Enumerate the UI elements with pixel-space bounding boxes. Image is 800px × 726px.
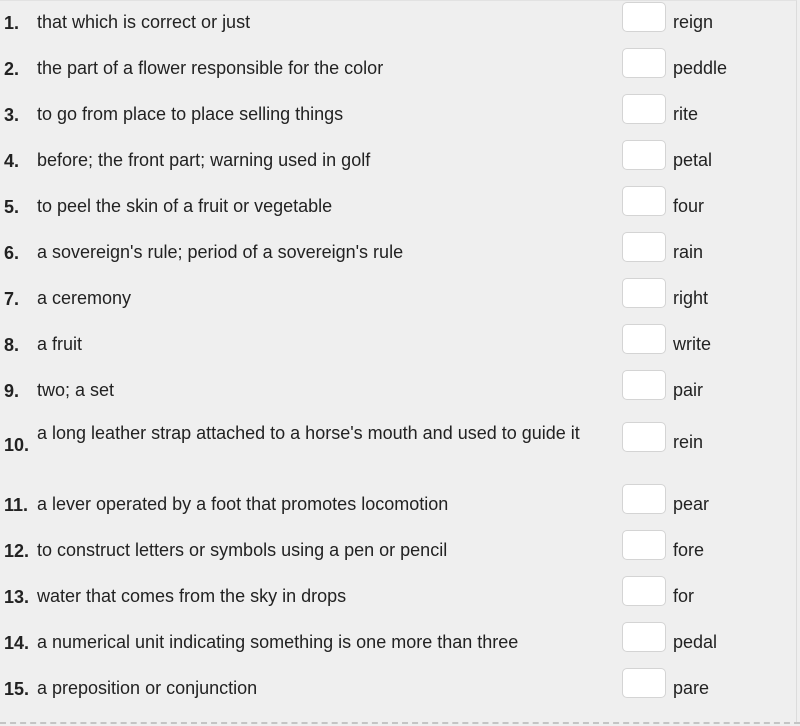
word-option: right [673, 288, 709, 308]
word-option: pare [673, 678, 710, 698]
item-definition: that which is correct or just [37, 12, 251, 32]
answer-input[interactable] [622, 324, 666, 354]
item-number: 6. [4, 243, 20, 263]
match-row: 9. two; a set pair [0, 368, 800, 414]
word-option: rain [673, 242, 704, 262]
answer-input[interactable] [622, 278, 666, 308]
word-option: pair [673, 380, 704, 400]
match-row: 2. the part of a flower responsible for … [0, 46, 800, 92]
word-option: pedal [673, 632, 718, 652]
item-definition: a lever operated by a foot that promotes… [37, 494, 449, 514]
answer-input[interactable] [622, 232, 666, 262]
item-definition: a fruit [37, 334, 83, 354]
item-number: 8. [4, 335, 20, 355]
item-number: 7. [4, 289, 20, 309]
item-number: 2. [4, 59, 20, 79]
item-number: 3. [4, 105, 20, 125]
item-definition: a long leather strap attached to a horse… [37, 423, 580, 443]
answer-input[interactable] [622, 2, 666, 32]
answer-input[interactable] [622, 48, 666, 78]
item-definition: a ceremony [37, 288, 132, 308]
item-number: 14. [4, 633, 30, 653]
item-definition: water that comes from the sky in drops [37, 586, 347, 606]
word-option: fore [673, 540, 705, 560]
item-number: 10. [4, 435, 30, 455]
item-definition: to construct letters or symbols using a … [37, 540, 448, 560]
match-row: 10. a long leather strap attached to a h… [0, 414, 800, 482]
answer-input[interactable] [622, 370, 666, 400]
match-row: 6. a sovereign's rule; period of a sover… [0, 230, 800, 276]
answer-input[interactable] [622, 668, 666, 698]
answer-input[interactable] [622, 484, 666, 514]
answer-input[interactable] [622, 186, 666, 216]
answer-input[interactable] [622, 530, 666, 560]
match-row: 15. a preposition or conjunction pare [0, 666, 800, 712]
match-row: 13. water that comes from the sky in dro… [0, 574, 800, 620]
word-option: rite [673, 104, 699, 124]
match-row: 7. a ceremony right [0, 276, 800, 322]
item-definition: a numerical unit indicating something is… [37, 632, 519, 652]
match-row: 1. that which is correct or just reign [0, 0, 800, 46]
match-row: 8. a fruit write [0, 322, 800, 368]
answer-input[interactable] [622, 422, 666, 452]
matching-list: 1. that which is correct or just reign 2… [0, 0, 800, 712]
match-row: 11. a lever operated by a foot that prom… [0, 482, 800, 528]
word-option: pear [673, 494, 710, 514]
item-definition: the part of a flower responsible for the… [37, 58, 384, 78]
answer-input[interactable] [622, 576, 666, 606]
item-definition: to peel the skin of a fruit or vegetable [37, 196, 333, 216]
item-number: 12. [4, 541, 30, 561]
match-row: 12. to construct letters or symbols usin… [0, 528, 800, 574]
match-row: 4. before; the front part; warning used … [0, 138, 800, 184]
word-option: petal [673, 150, 713, 170]
bottom-divider [0, 722, 800, 724]
item-definition: two; a set [37, 380, 115, 400]
match-row: 5. to peel the skin of a fruit or vegeta… [0, 184, 800, 230]
item-number: 15. [4, 679, 30, 699]
word-option: reign [673, 12, 714, 32]
item-number: 5. [4, 197, 20, 217]
word-option: peddle [673, 58, 728, 78]
match-row: 3. to go from place to place selling thi… [0, 92, 800, 138]
word-option: for [673, 586, 695, 606]
item-number: 9. [4, 381, 20, 401]
item-definition: before; the front part; warning used in … [37, 150, 371, 170]
item-number: 4. [4, 151, 20, 171]
answer-input[interactable] [622, 94, 666, 124]
item-definition: a sovereign's rule; period of a sovereig… [37, 242, 404, 262]
item-definition: a preposition or conjunction [37, 678, 258, 698]
answer-input[interactable] [622, 140, 666, 170]
word-option: four [673, 196, 705, 216]
item-definition: to go from place to place selling things [37, 104, 344, 124]
match-row: 14. a numerical unit indicating somethin… [0, 620, 800, 666]
word-option: write [673, 334, 712, 354]
word-option: rein [673, 432, 704, 452]
item-number: 13. [4, 587, 30, 607]
answer-input[interactable] [622, 622, 666, 652]
item-number: 11. [4, 495, 29, 515]
item-number: 1. [4, 13, 20, 33]
